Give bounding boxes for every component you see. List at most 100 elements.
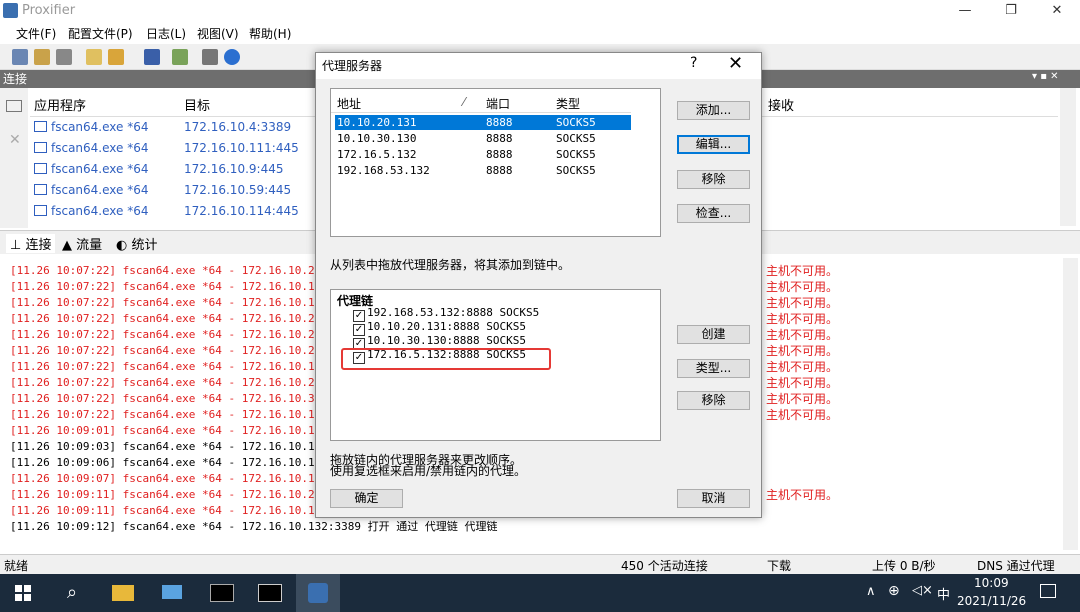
export-icon[interactable]	[172, 49, 188, 65]
clock-time[interactable]: 10:09	[974, 576, 1009, 590]
close-button[interactable]: ✕	[1034, 0, 1080, 22]
network-app-button[interactable]	[150, 574, 194, 612]
log-line: [11.26 10:07:22] fscan64.exe *64 - 172.1…	[10, 360, 355, 373]
connection-row-app[interactable]: fscan64.exe *64	[34, 204, 149, 218]
tab-statistics[interactable]: ◐ 统计	[116, 234, 158, 253]
menu-bar: 文件(F) 配置文件(P) 日志(L) 视图(V) 帮助(H)	[0, 22, 1080, 44]
log-line-tail: 主机不可用。	[766, 280, 839, 294]
connection-row-target[interactable]: 172.16.10.59:445	[184, 183, 291, 197]
menu-help[interactable]: 帮助(H)	[249, 25, 291, 42]
cmd-button[interactable]	[248, 574, 292, 612]
status-download: 下载	[767, 559, 792, 573]
log-line-tail: 主机不可用。	[766, 328, 839, 342]
create-button[interactable]: 创建	[677, 325, 750, 344]
cancel-button[interactable]: 取消	[677, 489, 750, 508]
tab-connections[interactable]: ⊥ 连接	[6, 234, 56, 253]
remove-server-button[interactable]: 移除	[677, 170, 750, 189]
minimize-button[interactable]: —	[942, 0, 988, 22]
type-button[interactable]: 类型...	[677, 359, 750, 378]
checkbox-hint: 使用复选框来启用/禁用链内的代理。	[330, 464, 527, 478]
panel-controls-icon[interactable]: ▾ ▪ ✕	[1032, 71, 1059, 82]
log-line-tail: 主机不可用。	[766, 360, 839, 374]
log-line: [11.26 10:09:07] fscan64.exe *64 - 172.1…	[10, 472, 355, 485]
connection-row-target[interactable]: 172.16.10.4:3389	[184, 120, 291, 134]
notification-icon[interactable]	[1040, 584, 1056, 598]
log-line: [11.26 10:07:22] fscan64.exe *64 - 172.1…	[10, 376, 355, 389]
proxy-server-row[interactable]: 192.168.53.132 8888 SOCKS5	[335, 163, 631, 178]
server-address: 10.10.20.131	[337, 116, 417, 129]
connections-scrollbar[interactable]	[1060, 88, 1076, 226]
column-type[interactable]: 类型	[556, 95, 580, 112]
file-explorer-button[interactable]	[100, 574, 144, 612]
new-icon[interactable]	[86, 49, 102, 65]
tab-traffic[interactable]: ▲ 流量	[62, 234, 102, 253]
check-button[interactable]: 检查...	[677, 204, 750, 223]
ok-button[interactable]: 确定	[330, 489, 403, 508]
volume-icon[interactable]: ◁×	[912, 583, 933, 598]
connection-row-target[interactable]: 172.16.10.111:445	[184, 141, 299, 155]
chain-proxy-row[interactable]: ✓ 192.168.53.132:8888 SOCKS5	[353, 306, 539, 322]
connection-row-target[interactable]: 172.16.10.114:445	[184, 204, 299, 218]
taskbar: ⌕ ∧ ⊕ ◁× 中 10:09 2021/11/26	[0, 574, 1080, 612]
log-line: [11.26 10:07:22] fscan64.exe *64 - 172.1…	[10, 392, 348, 405]
proxifier-taskbar-button[interactable]	[296, 574, 340, 612]
clock-date[interactable]: 2021/11/26	[957, 594, 1026, 608]
chain-proxy-row[interactable]: ✓ 10.10.30.130:8888 SOCKS5	[353, 334, 526, 350]
windows-icon	[15, 585, 31, 601]
dialog-help-button[interactable]: ?	[690, 55, 697, 71]
profile-icon[interactable]	[34, 49, 50, 65]
remove-chain-button[interactable]: 移除	[677, 391, 750, 410]
log-line: [11.26 10:09:11] fscan64.exe *64 - 172.1…	[10, 504, 355, 517]
search-icon[interactable]: ⌕	[50, 574, 94, 612]
start-button[interactable]	[0, 574, 44, 612]
network-icon[interactable]: ⊕	[888, 583, 900, 599]
connection-row-app[interactable]: fscan64.exe *64	[34, 183, 149, 197]
log-line: [11.26 10:09:06] fscan64.exe *64 - 172.1…	[10, 456, 355, 469]
connection-row-app[interactable]: fscan64.exe *64	[34, 141, 149, 155]
log-scrollbar[interactable]	[1063, 258, 1078, 550]
print-icon[interactable]	[202, 49, 218, 65]
connections-icon[interactable]	[12, 49, 28, 65]
menu-profile[interactable]: 配置文件(P)	[68, 25, 133, 42]
menu-log[interactable]: 日志(L)	[146, 25, 186, 42]
log-line: [11.26 10:09:12] fscan64.exe *64 - 172.1…	[10, 520, 498, 533]
log-line: [11.26 10:07:22] fscan64.exe *64 - 172.1…	[10, 312, 355, 325]
file-icon	[34, 121, 47, 132]
dialog-close-button[interactable]: ✕	[728, 53, 743, 74]
save-icon[interactable]	[144, 49, 160, 65]
close-connection-icon[interactable]: ✕	[9, 132, 21, 148]
proxy-server-row[interactable]: 172.16.5.132 8888 SOCKS5	[335, 147, 631, 162]
ime-indicator[interactable]: 中	[937, 584, 950, 603]
list-header-divider	[331, 112, 631, 113]
log-line-tail: 主机不可用。	[766, 264, 839, 278]
column-app[interactable]: 应用程序	[34, 95, 86, 114]
log-line: [11.26 10:07:22] fscan64.exe *64 - 172.1…	[10, 344, 355, 357]
terminal-button[interactable]	[200, 574, 244, 612]
proxy-server-row[interactable]: 10.10.30.130 8888 SOCKS5	[335, 131, 631, 146]
open-icon[interactable]	[108, 49, 124, 65]
connection-row-target[interactable]: 172.16.10.9:445	[184, 162, 283, 176]
chain-proxy-label: 10.10.20.131:8888 SOCKS5	[367, 320, 526, 333]
column-port[interactable]: 端口	[486, 95, 510, 112]
list-view-icon[interactable]	[6, 100, 22, 112]
proxy-server-row[interactable]: 10.10.20.131 8888 SOCKS5	[335, 115, 631, 130]
tray-chevron-icon[interactable]: ∧	[866, 584, 876, 599]
column-received[interactable]: 接收	[768, 95, 794, 114]
log-line: [11.26 10:07:22] fscan64.exe *64 - 172.1…	[10, 408, 355, 421]
terminal-icon	[210, 584, 234, 602]
edit-button[interactable]: 编辑...	[677, 135, 750, 154]
connection-row-app[interactable]: fscan64.exe *64	[34, 120, 149, 134]
key-icon[interactable]	[56, 49, 72, 65]
menu-file[interactable]: 文件(F)	[16, 25, 56, 42]
stats-tab-icon: ◐	[116, 238, 128, 253]
menu-view[interactable]: 视图(V)	[197, 25, 239, 42]
chain-proxy-row[interactable]: ✓ 10.10.20.131:8888 SOCKS5	[353, 320, 526, 336]
connections-tab-icon: ⊥	[10, 238, 22, 253]
add-button[interactable]: 添加...	[677, 101, 750, 120]
connection-row-app[interactable]: fscan64.exe *64	[34, 162, 149, 176]
column-address[interactable]: 地址	[337, 95, 361, 112]
column-target[interactable]: 目标	[184, 95, 210, 114]
status-active-connections: 450 个活动连接	[621, 559, 708, 573]
help-icon[interactable]	[224, 49, 240, 65]
maximize-button[interactable]: ❐	[988, 0, 1034, 22]
